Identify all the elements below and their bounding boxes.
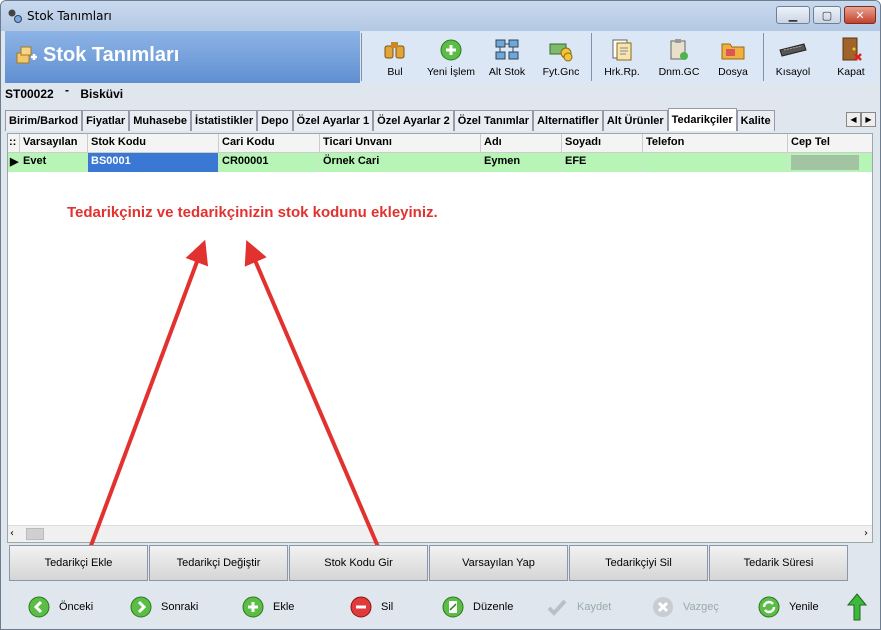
arrow-left-icon (28, 596, 50, 618)
arrow-up-icon (847, 593, 867, 621)
arrow-right-icon (130, 596, 152, 618)
tedarikciyi-sil-button[interactable]: Tedarikçiyi Sil (569, 545, 708, 581)
arrow-to-supplier (87, 239, 209, 552)
go-up-button[interactable] (847, 593, 875, 621)
plus-icon (242, 596, 264, 618)
annotation-arrows (87, 239, 381, 552)
prev-button[interactable]: Önceki (27, 595, 93, 619)
add-button[interactable]: Ekle (241, 595, 294, 619)
main-window: Stok Tanımları ▁ ▢ ✕ Stok Tanımları Bul … (0, 0, 881, 630)
stok-kodu-gir-button[interactable]: Stok Kodu Gir (289, 545, 428, 581)
action-buttons: Tedarikçi Ekle Tedarikçi Değiştir Stok K… (9, 545, 849, 581)
delete-button[interactable]: Sil (349, 595, 393, 619)
varsayilan-yap-button[interactable]: Varsayılan Yap (429, 545, 568, 581)
navigation-bar: Önceki Sonraki Ekle Sil Düzenle Kaydet V… (1, 585, 880, 629)
tedarik-suresi-button[interactable]: Tedarik Süresi (709, 545, 848, 581)
cancel-icon (653, 597, 673, 617)
tedarikci-ekle-button[interactable]: Tedarikçi Ekle (9, 545, 148, 581)
cancel-button[interactable]: Vazgeç (651, 595, 719, 619)
arrow-to-stock-code (244, 239, 381, 550)
edit-button[interactable]: Düzenle (441, 595, 513, 619)
tedarikci-degistir-button[interactable]: Tedarikçi Değiştir (149, 545, 288, 581)
refresh-button[interactable]: Yenile (757, 595, 819, 619)
checkmark-icon (547, 599, 567, 616)
refresh-icon (758, 596, 780, 618)
save-button[interactable]: Kaydet (545, 595, 611, 619)
edit-icon (442, 596, 464, 618)
next-button[interactable]: Sonraki (129, 595, 198, 619)
minus-icon (350, 596, 372, 618)
